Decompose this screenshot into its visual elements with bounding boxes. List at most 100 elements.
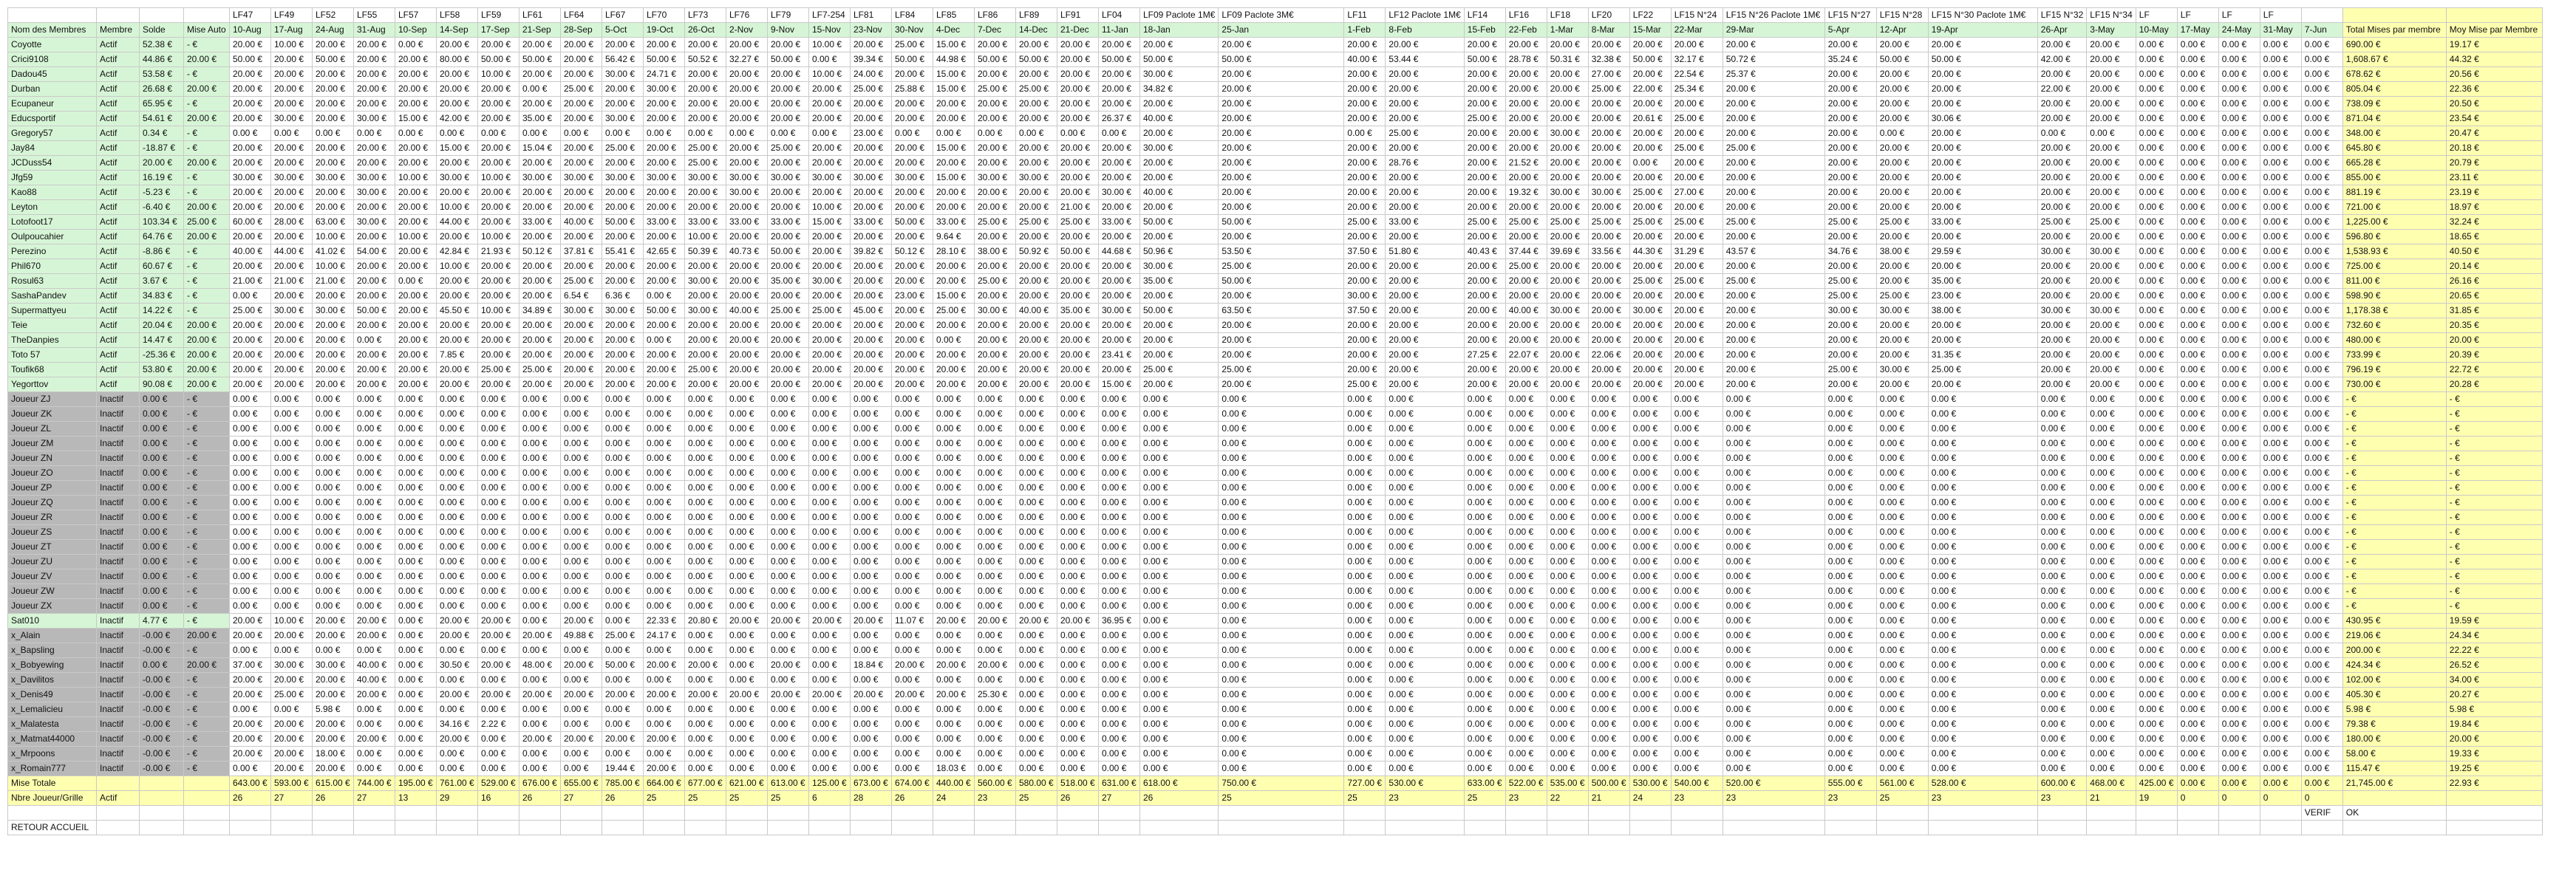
player-count-cell[interactable]: 19 xyxy=(2135,790,2178,806)
bet-cell[interactable]: 0.00 € xyxy=(1218,761,1345,776)
bet-cell[interactable]: 20.00 € xyxy=(1505,288,1547,304)
bet-cell[interactable]: 20.00 € xyxy=(726,613,768,629)
bet-cell[interactable]: 0.00 € xyxy=(1343,510,1386,525)
bet-cell[interactable]: 20.00 € xyxy=(891,155,933,171)
bet-cell[interactable]: 0.00 € xyxy=(1722,436,1825,451)
bet-cell[interactable]: 0.00 € xyxy=(1385,524,1465,540)
bet-cell[interactable]: 34.76 € xyxy=(1824,244,1877,259)
bet-cell[interactable]: 0.00 € xyxy=(1343,436,1386,451)
bet-cell[interactable]: 20.00 € xyxy=(767,318,809,333)
bet-cell[interactable]: 15.04 € xyxy=(519,140,561,156)
bet-cell[interactable]: 20.00 € xyxy=(974,140,1016,156)
bet-cell[interactable]: 40.00 € xyxy=(1343,52,1386,67)
member-name-cell[interactable]: Joueur ZV xyxy=(7,569,97,584)
bet-cell[interactable]: 41.02 € xyxy=(312,244,354,259)
bet-cell[interactable]: 0.00 € xyxy=(1343,657,1386,673)
bet-cell[interactable]: 20.00 € xyxy=(1463,259,1506,274)
bet-cell[interactable]: 20.00 € xyxy=(436,155,478,171)
bet-cell[interactable]: 20.00 € xyxy=(1015,362,1057,377)
bet-cell[interactable]: 20.00 € xyxy=(477,259,519,274)
bet-cell[interactable]: 0.00 € xyxy=(643,288,685,304)
bet-cell[interactable]: 22.33 € xyxy=(643,613,685,629)
bet-cell[interactable]: 0.00 € xyxy=(1463,613,1506,629)
bet-cell[interactable]: 0.00 € xyxy=(1670,569,1723,584)
bet-cell[interactable]: 20.00 € xyxy=(1139,155,1219,171)
player-count-status[interactable]: Actif xyxy=(96,790,140,806)
bet-cell[interactable]: 20.00 € xyxy=(1015,347,1057,363)
bet-cell[interactable]: 50.92 € xyxy=(1015,244,1057,259)
bet-cell[interactable]: 20.00 € xyxy=(519,96,561,112)
bet-cell[interactable]: 20.00 € xyxy=(1057,155,1099,171)
member-average-cell[interactable]: 19.59 € xyxy=(2445,613,2543,629)
bet-cell[interactable]: 20.00 € xyxy=(602,155,644,171)
bet-cell[interactable]: 30.00 € xyxy=(270,303,313,318)
bet-cell[interactable]: 0.00 € xyxy=(2300,598,2343,614)
bet-cell[interactable]: 0.00 € xyxy=(1057,539,1099,555)
bet-cell[interactable]: 20.00 € xyxy=(891,347,933,363)
member-auto-bet-cell[interactable]: 20.00 € xyxy=(183,199,230,215)
bet-cell[interactable]: 15.00 € xyxy=(933,140,975,156)
bet-cell[interactable]: 0.00 € xyxy=(2218,598,2260,614)
bet-cell[interactable]: 20.00 € xyxy=(2086,185,2136,200)
bet-cell[interactable]: 0.00 € xyxy=(1385,657,1465,673)
bet-cell[interactable]: 25.00 € xyxy=(1463,214,1506,230)
bet-cell[interactable]: 0.00 € xyxy=(2259,731,2302,747)
bet-cell[interactable]: 0.00 € xyxy=(1385,539,1465,555)
member-status-cell[interactable]: Inactif xyxy=(96,702,140,717)
total-bet-cell[interactable]: 676.00 € xyxy=(519,776,561,791)
bet-cell[interactable]: 0.00 € xyxy=(891,628,933,643)
date-header-cell[interactable]: 29-Mar xyxy=(1722,22,1825,38)
bet-cell[interactable]: 0.00 € xyxy=(684,126,726,141)
bet-cell[interactable]: 22.00 € xyxy=(1629,81,1672,97)
bet-cell[interactable]: 0.00 € xyxy=(519,761,561,776)
bet-cell[interactable]: 35.00 € xyxy=(767,273,809,289)
bet-cell[interactable]: 0.00 € xyxy=(1139,716,1219,732)
bet-cell[interactable]: 0.00 € xyxy=(477,510,519,525)
bet-cell[interactable]: 42.00 € xyxy=(436,111,478,126)
bet-cell[interactable]: 0.00 € xyxy=(2176,643,2219,658)
bet-cell[interactable]: 30.00 € xyxy=(560,170,602,185)
date-header-cell[interactable]: 11-Jan xyxy=(1098,22,1140,38)
bet-cell[interactable]: 20.00 € xyxy=(1218,81,1345,97)
bet-cell[interactable]: 34.82 € xyxy=(1139,81,1219,97)
member-balance-cell[interactable]: 52.38 € xyxy=(139,37,184,52)
member-name-cell[interactable]: Dadou45 xyxy=(7,66,97,82)
bet-cell[interactable]: 0.00 € xyxy=(1722,583,1825,599)
bet-cell[interactable]: 0.00 € xyxy=(808,465,851,481)
bet-cell[interactable]: 0.00 € xyxy=(353,436,395,451)
bet-cell[interactable]: 20.00 € xyxy=(1670,96,1723,112)
week-code-cell[interactable]: LF79 xyxy=(767,7,809,23)
bet-cell[interactable]: 20.00 € xyxy=(1927,259,2038,274)
bet-cell[interactable]: 0.00 € xyxy=(850,731,892,747)
bet-cell[interactable]: 43.57 € xyxy=(1722,244,1825,259)
bet-cell[interactable]: 0.00 € xyxy=(767,495,809,510)
bet-cell[interactable]: 0.00 € xyxy=(933,702,975,717)
bet-cell[interactable]: 0.00 € xyxy=(1385,643,1465,658)
bet-cell[interactable]: 0.00 € xyxy=(2176,170,2219,185)
bet-cell[interactable]: 0.00 € xyxy=(684,539,726,555)
bet-cell[interactable]: 0.00 € xyxy=(2176,214,2219,230)
bet-cell[interactable]: 0.00 € xyxy=(2176,554,2219,569)
bet-cell[interactable]: 0.00 € xyxy=(1546,613,1589,629)
bet-cell[interactable]: 0.00 € xyxy=(808,569,851,584)
bet-cell[interactable]: 20.00 € xyxy=(560,347,602,363)
bet-cell[interactable]: 0.00 € xyxy=(602,510,644,525)
bet-cell[interactable]: 20.00 € xyxy=(891,318,933,333)
bet-cell[interactable]: 0.00 € xyxy=(395,273,437,289)
bet-cell[interactable]: 0.00 € xyxy=(1218,406,1345,422)
bet-cell[interactable]: 0.00 € xyxy=(2259,199,2302,215)
member-status-cell[interactable]: Actif xyxy=(96,318,140,333)
bet-cell[interactable]: 0.00 € xyxy=(2218,569,2260,584)
bet-cell[interactable]: 0.00 € xyxy=(270,465,313,481)
member-average-cell[interactable]: 40.50 € xyxy=(2445,244,2543,259)
bet-cell[interactable]: 0.00 € xyxy=(395,126,437,141)
bet-cell[interactable]: 20.00 € xyxy=(933,273,975,289)
member-status-cell[interactable]: Actif xyxy=(96,52,140,67)
bet-cell[interactable]: 27.00 € xyxy=(1587,66,1630,82)
bet-cell[interactable]: 0.00 € xyxy=(2259,451,2302,466)
bet-cell[interactable]: 0.00 € xyxy=(767,510,809,525)
bet-cell[interactable]: 40.00 € xyxy=(726,303,768,318)
week-code-cell[interactable]: LF59 xyxy=(477,7,519,23)
member-total-cell[interactable]: 405.30 € xyxy=(2342,687,2447,702)
bet-cell[interactable]: 20.00 € xyxy=(1587,37,1630,52)
